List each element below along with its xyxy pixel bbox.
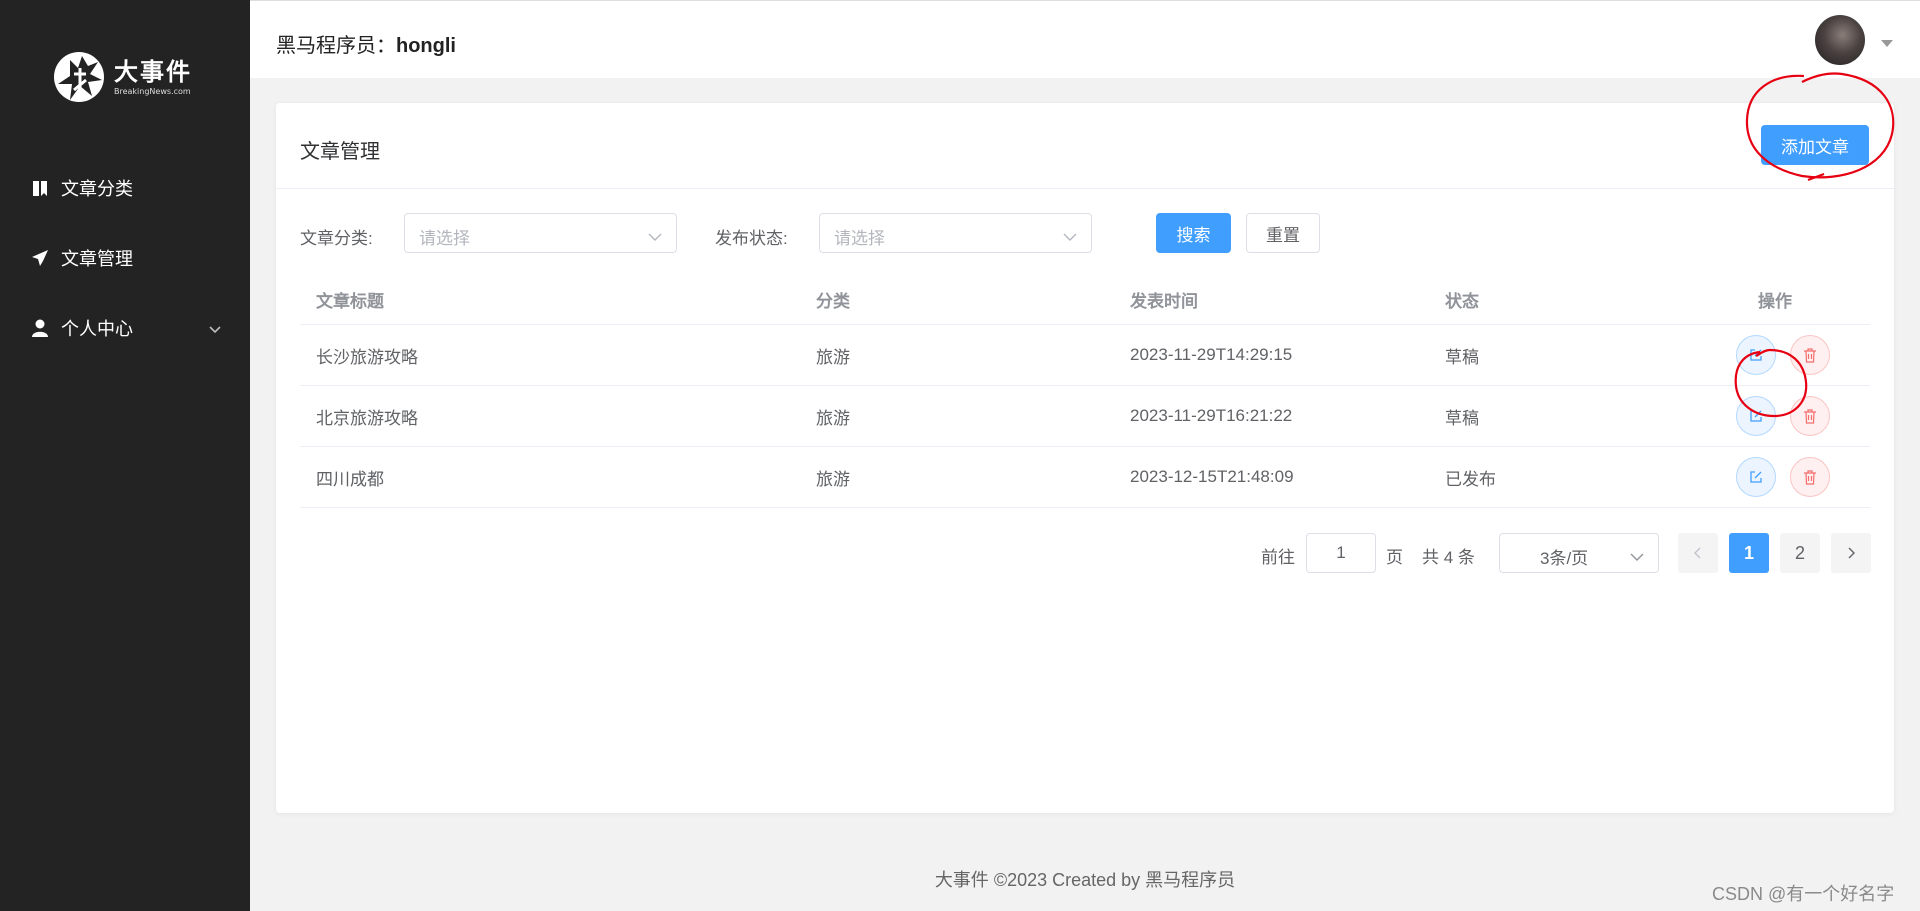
category-filter-label: 文章分类: <box>300 229 373 248</box>
logo: 大事件 BreakingNews.com <box>48 42 204 112</box>
search-button[interactable]: 搜索 <box>1156 213 1231 253</box>
logo-subtitle: BreakingNews.com <box>114 86 191 96</box>
column-header-time: 发表时间 <box>1130 292 1198 311</box>
chevron-down-icon <box>1630 549 1644 561</box>
edit-button[interactable] <box>1736 396 1776 436</box>
sidebar-item-profile[interactable]: 个人中心 <box>0 293 250 363</box>
footer: 大事件 ©2023 Created by 黑马程序员 <box>934 870 1236 890</box>
edit-button[interactable] <box>1736 457 1776 497</box>
edit-button[interactable] <box>1736 335 1776 375</box>
trash-icon <box>1804 469 1816 485</box>
top-header: 黑马程序员：hongli <box>250 0 1920 78</box>
add-article-button[interactable]: 添加文章 <box>1761 125 1869 165</box>
page-button[interactable]: 2 <box>1780 533 1820 573</box>
prev-page-button[interactable] <box>1678 533 1718 573</box>
goto-label: 前往 <box>1261 548 1295 567</box>
cell-state: 已发布 <box>1445 469 1496 489</box>
total-count: 共 4 条 <box>1422 548 1475 567</box>
next-page-button[interactable] <box>1831 533 1871 573</box>
cell-time: 2023-11-29T14:29:15 <box>1130 345 1293 364</box>
state-select-placeholder: 请选择 <box>834 229 885 248</box>
articles-table: 文章标题 分类 发表时间 状态 操作 长沙旅游攻略 旅游 2023-11-29T… <box>300 275 1870 508</box>
user-name: hongli <box>396 35 456 57</box>
delete-button[interactable] <box>1790 396 1830 436</box>
logo-title: 大事件 <box>114 56 192 86</box>
cell-time: 2023-12-15T21:48:09 <box>1130 467 1294 486</box>
filter-bar: 文章分类: 请选择 发布状态: 请选择 搜索 重置 <box>300 213 1880 253</box>
page-size-select[interactable]: 3条/页 <box>1499 533 1659 573</box>
table-row: 北京旅游攻略 旅游 2023-11-29T16:21:22 草稿 <box>300 386 1870 447</box>
edit-icon <box>1750 349 1762 361</box>
page-unit-label: 页 <box>1386 548 1403 567</box>
state-select[interactable]: 请选择 <box>819 213 1092 253</box>
sidebar: 大事件 BreakingNews.com 文章分类 文章管理 个人中心 <box>0 0 250 911</box>
avatar[interactable] <box>1815 15 1865 65</box>
reset-button[interactable]: 重置 <box>1246 213 1320 253</box>
cell-title: 长沙旅游攻略 <box>316 347 418 367</box>
column-header-actions: 操作 <box>1758 292 1792 311</box>
cell-actions <box>1736 325 1844 385</box>
cell-category: 旅游 <box>816 408 850 428</box>
column-header-state: 状态 <box>1445 292 1479 311</box>
edit-icon <box>1750 471 1762 483</box>
chevron-down-icon <box>648 229 662 241</box>
chevron-right-icon <box>1848 547 1855 559</box>
caret-down-icon[interactable] <box>1881 35 1893 47</box>
page-size-value: 3条/页 <box>1540 549 1589 568</box>
cell-actions <box>1736 447 1844 507</box>
column-header-category: 分类 <box>816 292 850 311</box>
card-header: 文章管理 添加文章 <box>276 72 1895 189</box>
table-header: 文章标题 分类 发表时间 状态 操作 <box>300 275 1870 325</box>
column-header-title: 文章标题 <box>316 292 384 311</box>
table-row: 长沙旅游攻略 旅游 2023-11-29T14:29:15 草稿 <box>300 325 1870 386</box>
page-title: 文章管理 <box>300 141 380 163</box>
trash-icon <box>1804 408 1816 424</box>
sidebar-item-label: 文章管理 <box>61 249 133 269</box>
cell-category: 旅游 <box>816 347 850 367</box>
sidebar-item-label: 文章分类 <box>61 179 133 199</box>
cell-title: 四川成都 <box>316 469 384 489</box>
user-icon <box>31 319 49 337</box>
article-manage-card: 文章管理 添加文章 文章分类: 请选择 发布状态: 请选择 搜索 重置 文章标题 <box>276 72 1895 813</box>
table-row: 四川成都 旅游 2023-12-15T21:48:09 已发布 <box>300 447 1870 508</box>
sidebar-menu: 文章分类 文章管理 个人中心 <box>0 153 250 363</box>
edit-icon <box>1750 410 1762 422</box>
trash-icon <box>1804 347 1816 363</box>
book-icon <box>31 179 49 197</box>
logo-mark-icon <box>48 46 110 108</box>
delete-button[interactable] <box>1790 457 1830 497</box>
chevron-down-icon <box>1063 229 1077 241</box>
cell-actions <box>1736 386 1844 446</box>
pagination: 前往 页 共 4 条 3条/页 1 2 <box>276 533 1894 573</box>
goto-page-input[interactable] <box>1306 533 1376 573</box>
chevron-left-icon <box>1694 547 1701 559</box>
state-filter-label: 发布状态: <box>715 229 788 248</box>
category-select-placeholder: 请选择 <box>419 229 470 248</box>
cell-category: 旅游 <box>816 469 850 489</box>
sidebar-item-label: 个人中心 <box>61 319 133 339</box>
cell-state: 草稿 <box>1445 347 1479 367</box>
user-prefix: 黑马程序员： <box>276 35 396 57</box>
cell-title: 北京旅游攻略 <box>316 408 418 428</box>
current-user: 黑马程序员：hongli <box>276 29 456 58</box>
category-select[interactable]: 请选择 <box>404 213 677 253</box>
sidebar-item-article-manage[interactable]: 文章管理 <box>0 223 250 293</box>
cell-state: 草稿 <box>1445 408 1479 428</box>
cell-time: 2023-11-29T16:21:22 <box>1130 406 1293 425</box>
table-body: 长沙旅游攻略 旅游 2023-11-29T14:29:15 草稿 北京旅游攻略 … <box>300 325 1870 508</box>
page-button[interactable]: 1 <box>1729 533 1769 573</box>
paper-plane-icon <box>31 249 49 267</box>
chevron-down-icon <box>208 321 222 335</box>
sidebar-item-article-category[interactable]: 文章分类 <box>0 153 250 223</box>
watermark: CSDN @有一个好名字 <box>1712 884 1895 904</box>
delete-button[interactable] <box>1790 335 1830 375</box>
